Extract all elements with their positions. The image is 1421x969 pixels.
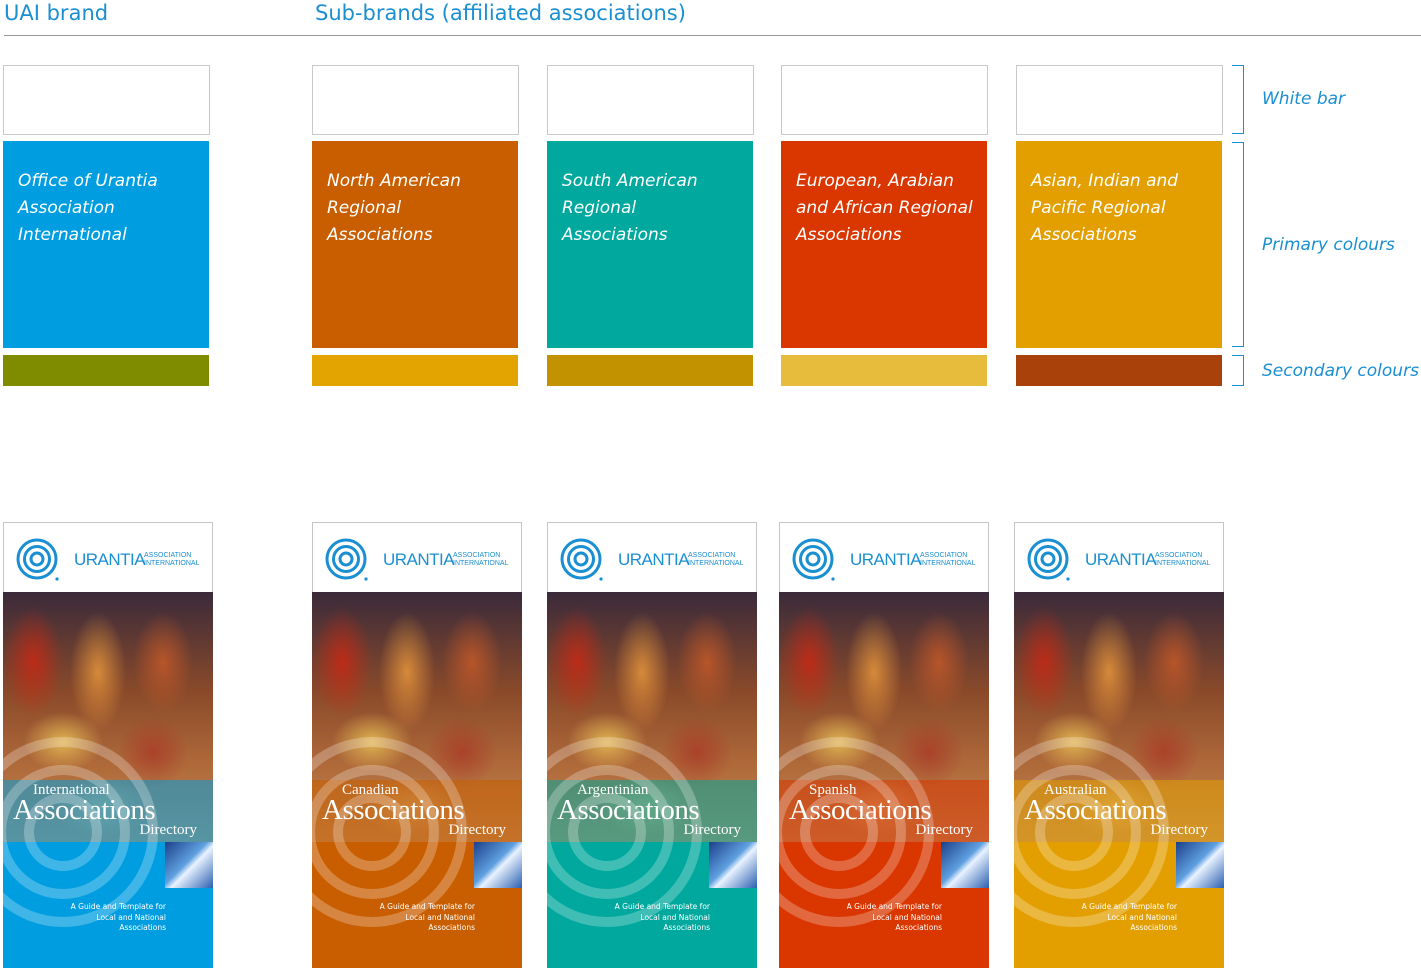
brochure-cover: URANTIA ASSOCIATION INTERNATIONAL Argentini… (547, 522, 757, 968)
uai-brand-heading: UAI brand (4, 1, 109, 25)
white-bar-bracket (1232, 65, 1244, 134)
sub-brands-heading: Sub-brands (affiliated associations) (315, 1, 686, 25)
guide-text: A Guide and Template for Local and Natio… (70, 902, 166, 932)
urantia-wordmark: URANTIA (74, 550, 146, 569)
concentric-rings-logo-icon (325, 538, 368, 581)
white-bar (312, 65, 519, 135)
globe-thumbnail (709, 842, 757, 888)
cover-main-title: Associations (789, 794, 932, 826)
guide-text: A Guide and Template for Local and Natio… (614, 902, 710, 932)
cover-white-bar: URANTIA ASSOCIATION INTERNATIONAL (3, 522, 213, 592)
white-bar (3, 65, 210, 135)
primary-colour-box: Office of Urantia Association Internatio… (3, 141, 209, 348)
primary-colour-box: South American Regional Associations (547, 141, 753, 348)
region-label: South American Regional Associations (562, 171, 698, 245)
guide-text: A Guide and Template for Local and Natio… (1081, 902, 1177, 932)
brochure-cover: URANTIA ASSOCIATION INTERNATIONAL Canadian A… (312, 522, 522, 968)
association-international-text: ASSOCIATION INTERNATIONAL (920, 552, 976, 567)
cover-subtitle: Directory (915, 822, 973, 838)
concentric-rings-logo-icon (16, 538, 59, 581)
cover-white-bar: URANTIA ASSOCIATION INTERNATIONAL (312, 522, 522, 592)
globe-thumbnail (941, 842, 989, 888)
globe-thumbnail (474, 842, 522, 888)
primary-colours-bracket (1232, 142, 1244, 347)
white-bar (1016, 65, 1223, 135)
urantia-wordmark: URANTIA (383, 550, 455, 569)
guide-text: A Guide and Template for Local and Natio… (846, 902, 942, 932)
secondary-colour-bar (547, 355, 753, 386)
brochure-cover: URANTIA ASSOCIATION INTERNATIONAL Internati… (3, 522, 213, 968)
white-bar (547, 65, 754, 135)
cover-main-title: Associations (1024, 794, 1167, 826)
brochure-cover: URANTIA ASSOCIATION INTERNATIONAL Spanish As… (779, 522, 989, 968)
cover-white-bar: URANTIA ASSOCIATION INTERNATIONAL (547, 522, 757, 592)
secondary-colour-bar (3, 355, 209, 386)
concentric-rings-logo-icon (1027, 538, 1070, 581)
globe-thumbnail (165, 842, 213, 888)
guide-text: A Guide and Template for Local and Natio… (379, 902, 475, 932)
secondary-colour-bar (312, 355, 518, 386)
association-international-text: ASSOCIATION INTERNATIONAL (1155, 552, 1211, 567)
cover-main-title: Associations (13, 794, 156, 826)
region-label: Office of Urantia Association Internatio… (18, 171, 158, 245)
white-bar (781, 65, 988, 135)
cover-white-bar: URANTIA ASSOCIATION INTERNATIONAL (779, 522, 989, 592)
brochure-cover: URANTIA ASSOCIATION INTERNATIONAL Australia… (1014, 522, 1224, 968)
association-international-text: ASSOCIATION INTERNATIONAL (144, 552, 200, 567)
primary-colour-box: North American Regional Associations (312, 141, 518, 348)
white-bar-label: White bar (1262, 89, 1346, 109)
cover-subtitle: Directory (139, 822, 197, 838)
association-international-text: ASSOCIATION INTERNATIONAL (688, 552, 744, 567)
secondary-colour-bar (781, 355, 987, 386)
region-label: European, Arabian and African Regional A… (796, 171, 973, 245)
cover-main-title: Associations (557, 794, 700, 826)
secondary-colour-bar (1016, 355, 1222, 386)
primary-colour-box: European, Arabian and African Regional A… (781, 141, 987, 348)
secondary-colours-label: Secondary colours (1262, 361, 1419, 381)
primary-colours-label: Primary colours (1262, 235, 1395, 255)
cover-main-title: Associations (322, 794, 465, 826)
cover-subtitle: Directory (448, 822, 506, 838)
cover-white-bar: URANTIA ASSOCIATION INTERNATIONAL (1014, 522, 1224, 592)
association-international-text: ASSOCIATION INTERNATIONAL (453, 552, 509, 567)
urantia-wordmark: URANTIA (618, 550, 690, 569)
cover-subtitle: Directory (1150, 822, 1208, 838)
header-divider (4, 35, 1421, 36)
region-label: Asian, Indian and Pacific Regional Assoc… (1031, 171, 1179, 245)
globe-thumbnail (1176, 842, 1224, 888)
primary-colour-box: Asian, Indian and Pacific Regional Assoc… (1016, 141, 1222, 348)
urantia-wordmark: URANTIA (850, 550, 922, 569)
concentric-rings-logo-icon (560, 538, 603, 581)
concentric-rings-logo-icon (792, 538, 835, 581)
cover-subtitle: Directory (683, 822, 741, 838)
secondary-colours-bracket (1232, 355, 1244, 386)
urantia-wordmark: URANTIA (1085, 550, 1157, 569)
region-label: North American Regional Associations (327, 171, 461, 245)
